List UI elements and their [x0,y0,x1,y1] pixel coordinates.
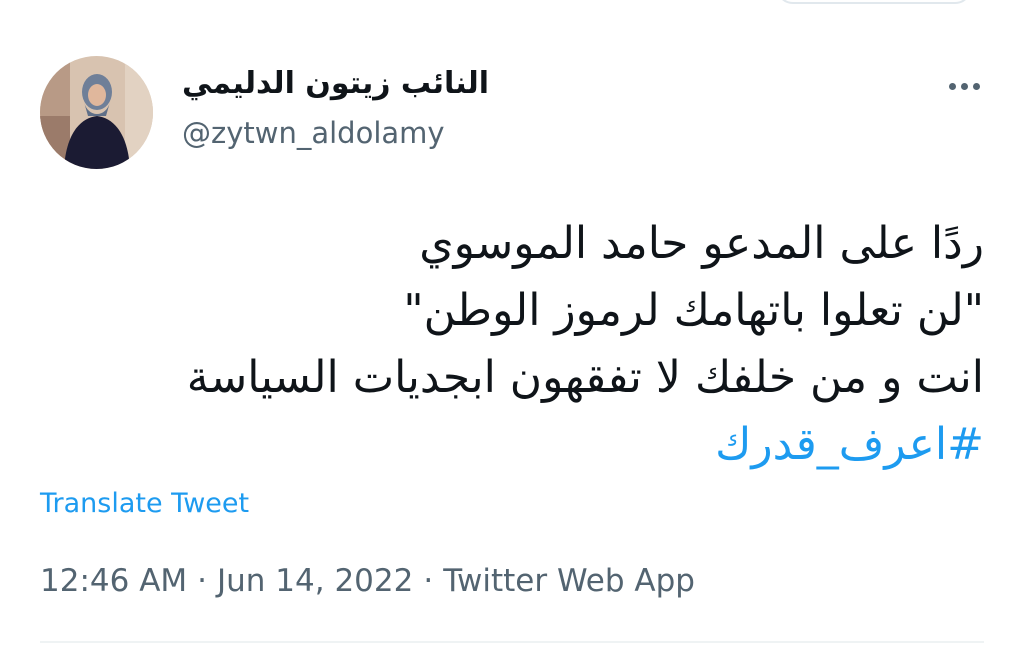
tweet-text: ردًا على المدعو حامد الموسوي "لن تعلوا ب… [40,210,984,478]
tweet-time[interactable]: 12:46 AM [40,563,187,599]
tweet-source[interactable]: Twitter Web App [443,563,695,599]
author-display-name[interactable]: النائب زيتون الدليمي [182,62,489,106]
tweet-screen: النائب زيتون الدليمي @zytwn_aldolamy ردً… [0,0,1024,666]
dot [960,82,968,90]
tweet-line: انت و من خلفك لا تفقهون ابجديات السياسة [186,352,984,403]
author-handle[interactable]: @zytwn_aldolamy [182,113,445,153]
hashtag-link[interactable]: #اعرف_قدرك [40,411,984,478]
dot [972,82,980,90]
tweet-line: ردًا على المدعو حامد الموسوي [419,218,984,269]
meta-separator: · [423,563,434,599]
translate-tweet-link[interactable]: Translate Tweet [40,484,249,524]
dot [948,82,956,90]
avatar-photo [40,56,153,169]
tweet-date[interactable]: Jun 14, 2022 [217,563,413,599]
avatar[interactable] [40,56,153,169]
divider [40,641,984,643]
tweet-line: "لن تعلوا باتهامك لرموز الوطن" [403,285,984,336]
meta-separator: · [197,563,208,599]
tweet-meta: 12:46 AM · Jun 14, 2022 · Twitter Web App [40,560,695,602]
top-pill-button[interactable] [776,0,972,4]
more-options-icon[interactable] [938,68,990,104]
